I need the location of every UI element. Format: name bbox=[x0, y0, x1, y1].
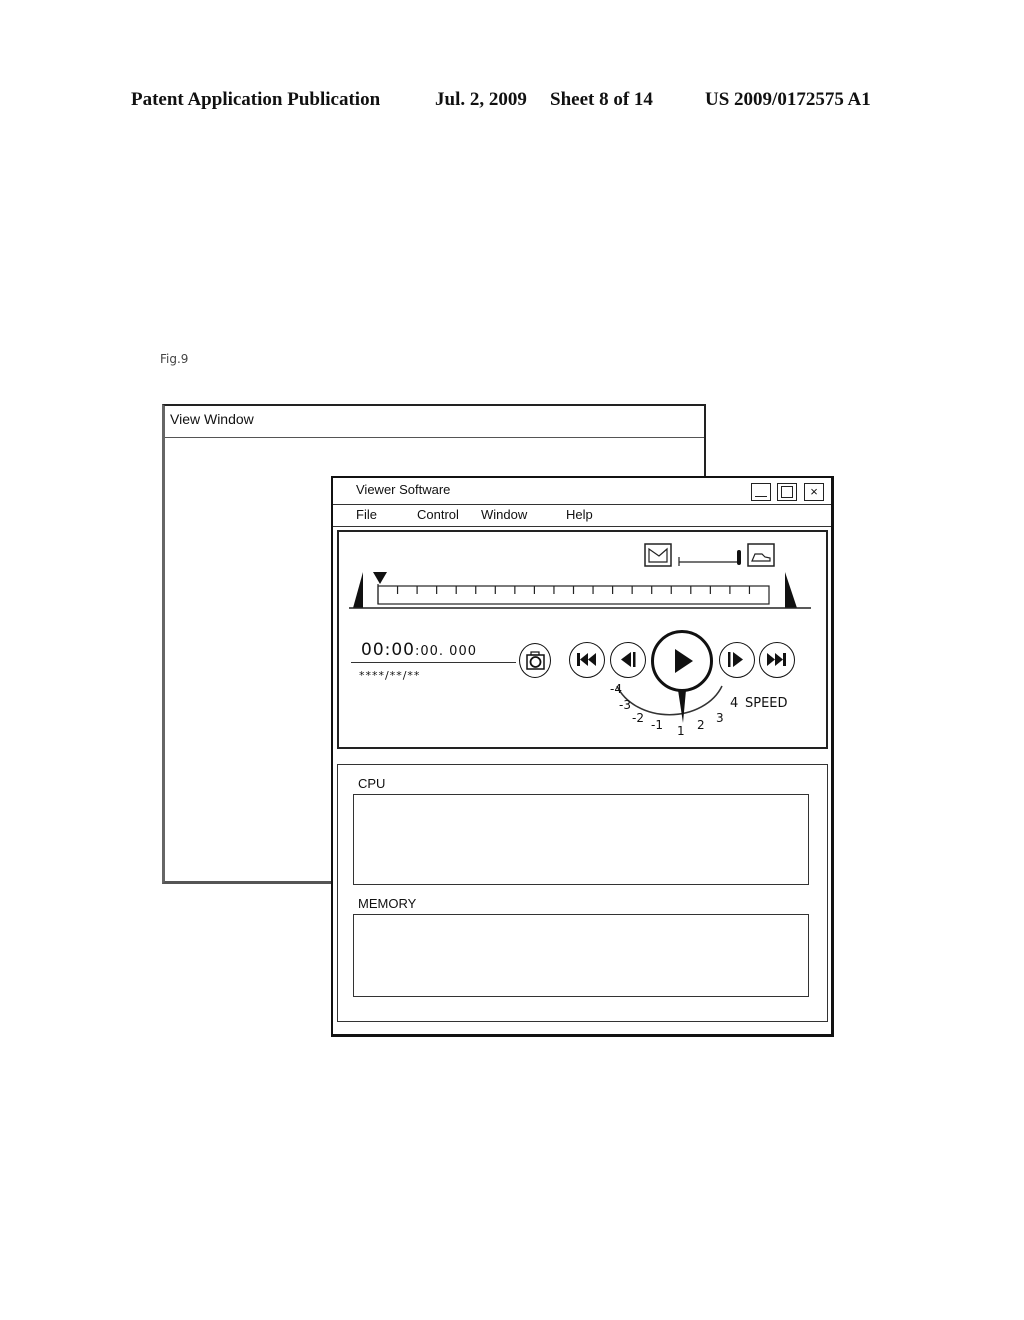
menu-file[interactable]: File bbox=[356, 507, 377, 522]
memory-label: MEMORY bbox=[358, 896, 417, 911]
skip-to-start-icon bbox=[577, 653, 596, 666]
view-window-title: View Window bbox=[170, 411, 254, 427]
step-forward-button[interactable] bbox=[719, 642, 755, 678]
viewer-titlebar[interactable]: Viewer Software × bbox=[333, 478, 831, 505]
speed-tick: -1 bbox=[651, 718, 663, 732]
timeline-end-marker bbox=[785, 572, 797, 608]
speed-tick: -3 bbox=[619, 698, 631, 712]
timeline-start-marker bbox=[353, 572, 363, 608]
close-icon: × bbox=[810, 484, 818, 499]
menu-control[interactable]: Control bbox=[417, 507, 459, 522]
cpu-graph bbox=[353, 794, 809, 885]
timeline-position-marker[interactable] bbox=[373, 572, 387, 584]
sheet-number: Sheet 8 of 14 bbox=[550, 89, 653, 110]
minimize-button[interactable] bbox=[751, 483, 771, 501]
skip-to-start-button[interactable] bbox=[569, 642, 605, 678]
timeline[interactable] bbox=[349, 568, 814, 612]
patent-number: US 2009/0172575 A1 bbox=[705, 89, 871, 110]
step-forward-icon bbox=[728, 652, 743, 667]
viewer-software-window[interactable]: Viewer Software × File Control Window He… bbox=[331, 476, 834, 1037]
maximize-button[interactable] bbox=[777, 483, 797, 501]
memory-graph bbox=[353, 914, 809, 997]
menu-window[interactable]: Window bbox=[481, 507, 527, 522]
date-display: ****/**/** bbox=[359, 669, 421, 682]
speed-tick: 1 bbox=[677, 724, 685, 738]
speed-tick: 4 bbox=[730, 696, 739, 711]
speed-tick: -4 bbox=[610, 682, 622, 696]
cpu-label: CPU bbox=[358, 776, 386, 791]
resource-monitor-panel: CPU MEMORY bbox=[337, 764, 828, 1022]
menu-bar: File Control Window Help bbox=[333, 504, 831, 527]
speed-tick: 3 bbox=[716, 711, 724, 725]
snapshot-button[interactable] bbox=[519, 643, 551, 678]
speed-tick: -2 bbox=[632, 711, 644, 725]
playback-control-panel: 00:00:00. 000 ****/**/** -4 -3 -2 -1 1 2… bbox=[337, 530, 828, 749]
speed-tick: 2 bbox=[697, 718, 705, 732]
figure-label: Fig.9 bbox=[160, 352, 189, 366]
speed-label: SPEED bbox=[745, 696, 788, 711]
skip-to-end-icon bbox=[767, 653, 786, 666]
skip-to-end-button[interactable] bbox=[759, 642, 795, 678]
play-icon bbox=[675, 649, 693, 673]
timecode-underline bbox=[351, 662, 516, 663]
step-back-icon bbox=[621, 652, 636, 667]
view-window-titlebar[interactable]: View Window bbox=[165, 406, 704, 438]
timecode-display: 00:00:00. 000 bbox=[361, 640, 477, 660]
publication-title: Patent Application Publication bbox=[131, 89, 381, 110]
zoom-out-graph-button[interactable] bbox=[644, 543, 672, 567]
viewer-title: Viewer Software bbox=[356, 482, 451, 497]
publication-date: Jul. 2, 2009 bbox=[435, 89, 527, 110]
camera-icon bbox=[526, 651, 545, 670]
timecode-sub: :00. 000 bbox=[415, 644, 477, 659]
step-back-button[interactable] bbox=[610, 642, 646, 678]
zoom-slider[interactable] bbox=[678, 550, 741, 566]
timecode-main: 00:00 bbox=[361, 640, 415, 660]
zoom-in-graph-button[interactable] bbox=[747, 543, 775, 567]
zoom-slider-handle bbox=[737, 550, 741, 565]
speed-pointer[interactable] bbox=[678, 690, 686, 723]
close-button[interactable]: × bbox=[804, 483, 824, 501]
menu-help[interactable]: Help bbox=[566, 507, 593, 522]
